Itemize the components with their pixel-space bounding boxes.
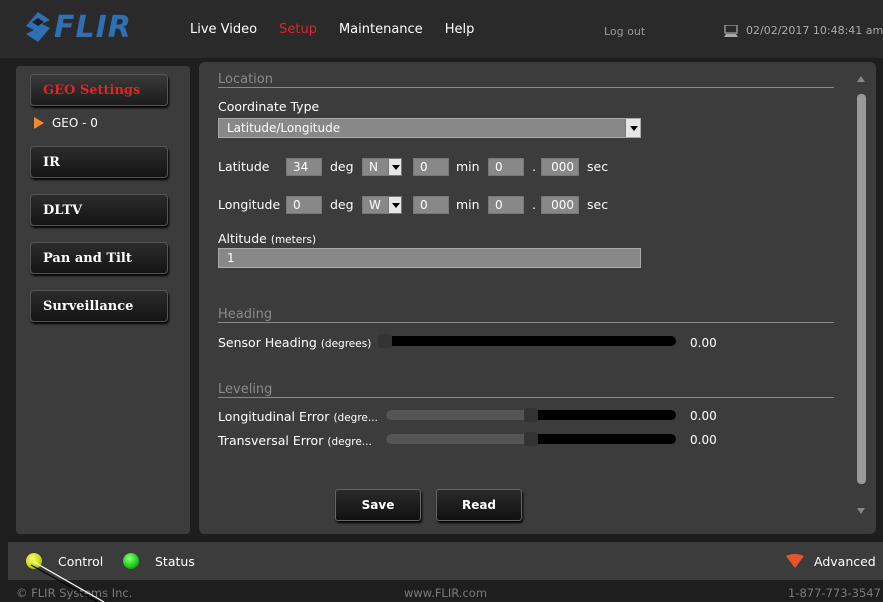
advanced-arrow-icon[interactable] xyxy=(786,554,804,568)
sidebar: GEO Settings GEO - 0 IR DLTV Pan and Til… xyxy=(16,66,190,534)
scroll-up-icon[interactable] xyxy=(857,76,865,82)
status-label: Status xyxy=(155,554,195,569)
location-section-title: Location xyxy=(218,72,273,87)
altitude-label: Altitude (meters) xyxy=(218,231,316,246)
longitude-sec-input[interactable]: 0 xyxy=(488,196,524,214)
sensor-heading-value: 0.00 xyxy=(690,336,717,350)
datetime-display: 02/02/2017 10:48:41 am xyxy=(724,24,883,37)
latitude-sec-unit: sec xyxy=(587,159,609,174)
chevron-down-icon[interactable] xyxy=(388,197,401,213)
save-button[interactable]: Save xyxy=(335,489,421,521)
sidebar-subitem-geo-0[interactable]: GEO - 0 xyxy=(34,116,98,130)
sensor-heading-unit: (degrees) xyxy=(320,338,372,350)
footer: © FLIR Systems Inc. www.FLIR.com 1-877-7… xyxy=(0,584,883,602)
sidebar-item-geo-settings[interactable]: GEO Settings xyxy=(30,74,168,106)
latitude-min-unit: min xyxy=(456,159,480,174)
coordinate-type-value: Latitude/Longitude xyxy=(227,121,341,135)
longitude-hemisphere-select[interactable]: W xyxy=(362,196,402,214)
sidebar-item-ir[interactable]: IR xyxy=(30,146,168,178)
longitude-sec-unit: sec xyxy=(587,197,609,212)
sensor-heading-label: Sensor Heading (degrees) xyxy=(218,335,371,350)
longitudinal-error-unit: (degre... xyxy=(333,412,378,424)
control-led-icon xyxy=(26,553,42,569)
coordinate-type-select[interactable]: Latitude/Longitude xyxy=(218,118,641,138)
slider-handle[interactable] xyxy=(378,334,392,348)
flir-logo-mark-icon xyxy=(26,12,50,42)
control-label: Control xyxy=(58,554,104,569)
longitude-min-input[interactable]: 0 xyxy=(413,196,449,214)
sidebar-subitem-label: GEO - 0 xyxy=(52,116,98,130)
heading-section-title: Heading xyxy=(218,307,273,322)
altitude-label-text: Altitude xyxy=(218,231,267,246)
latitude-hemisphere-select[interactable]: N xyxy=(362,158,402,176)
longitude-label: Longitude xyxy=(218,197,281,212)
geo-settings-panel: Location Coordinate Type Latitude/Longit… xyxy=(199,62,876,534)
transversal-error-value: 0.00 xyxy=(690,433,717,447)
datetime-text: 02/02/2017 10:48:41 am xyxy=(746,24,883,37)
nav-setup[interactable]: Setup xyxy=(279,22,317,37)
latitude-sec-input[interactable]: 0 xyxy=(488,158,524,176)
longitudinal-error-label: Longitudinal Error (degre... xyxy=(218,409,378,424)
longitude-min-unit: min xyxy=(456,197,480,212)
slider-handle[interactable] xyxy=(524,408,538,422)
computer-icon xyxy=(724,24,738,37)
advanced-toggle[interactable]: Advanced xyxy=(814,554,876,569)
sensor-heading-slider[interactable] xyxy=(378,334,676,348)
chevron-down-icon[interactable] xyxy=(625,119,640,137)
main-nav: Live Video Setup Maintenance Help xyxy=(190,0,496,58)
sidebar-item-pan-and-tilt[interactable]: Pan and Tilt xyxy=(30,242,168,274)
latitude-sec-fraction-input[interactable]: 000 xyxy=(541,158,579,176)
heading-divider xyxy=(218,322,834,323)
transversal-error-label-text: Transversal Error xyxy=(218,433,324,448)
latitude-min-input[interactable]: 0 xyxy=(413,158,449,176)
scroll-down-icon[interactable] xyxy=(857,508,865,514)
logo-text: FLIR xyxy=(54,9,132,45)
status-bar: Control Status Advanced xyxy=(8,542,883,580)
longitude-hemisphere-value: W xyxy=(369,198,381,212)
longitudinal-error-label-text: Longitudinal Error xyxy=(218,409,330,424)
transversal-error-unit: (degre... xyxy=(327,436,372,448)
transversal-error-label: Transversal Error (degre... xyxy=(218,433,372,448)
flir-logo: FLIR xyxy=(26,9,136,45)
slider-fill xyxy=(386,434,531,444)
longitude-deg-input[interactable]: 0 xyxy=(286,196,322,214)
top-bar: FLIR Live Video Setup Maintenance Help L… xyxy=(0,0,883,58)
longitude-decimal-point: . xyxy=(532,197,536,212)
sidebar-item-surveillance[interactable]: Surveillance xyxy=(30,290,168,322)
slider-fill xyxy=(386,410,531,420)
read-button[interactable]: Read xyxy=(436,489,522,521)
slider-handle[interactable] xyxy=(524,432,538,446)
latitude-decimal-point: . xyxy=(532,159,536,174)
location-divider xyxy=(218,87,834,88)
copyright-text: © FLIR Systems Inc. xyxy=(16,586,133,600)
altitude-unit: (meters) xyxy=(270,234,317,246)
leveling-section-title: Leveling xyxy=(218,382,273,397)
longitudinal-error-slider[interactable] xyxy=(386,408,676,422)
nav-help[interactable]: Help xyxy=(445,22,475,37)
altitude-input[interactable]: 1 xyxy=(218,248,641,268)
latitude-hemisphere-value: N xyxy=(369,160,378,174)
latitude-label: Latitude xyxy=(218,159,270,174)
website-link[interactable]: www.FLIR.com xyxy=(404,586,487,600)
latitude-deg-unit: deg xyxy=(330,159,354,174)
longitudinal-error-value: 0.00 xyxy=(690,409,717,423)
sensor-heading-label-text: Sensor Heading xyxy=(218,335,317,350)
chevron-down-icon[interactable] xyxy=(388,159,401,175)
phone-number: 1-877-773-3547 xyxy=(788,586,881,600)
arrow-right-icon xyxy=(34,117,44,129)
leveling-divider xyxy=(218,397,834,398)
sidebar-item-dltv[interactable]: DLTV xyxy=(30,194,168,226)
coordinate-type-label: Coordinate Type xyxy=(218,99,320,114)
longitude-sec-fraction-input[interactable]: 000 xyxy=(541,196,579,214)
logout-link[interactable]: Log out xyxy=(604,25,645,38)
latitude-deg-input[interactable]: 34 xyxy=(286,158,322,176)
nav-maintenance[interactable]: Maintenance xyxy=(339,22,423,37)
transversal-error-slider[interactable] xyxy=(386,432,676,446)
longitude-deg-unit: deg xyxy=(330,197,354,212)
scrollbar[interactable] xyxy=(857,94,866,484)
nav-live-video[interactable]: Live Video xyxy=(190,22,257,37)
status-led-icon xyxy=(123,553,139,569)
